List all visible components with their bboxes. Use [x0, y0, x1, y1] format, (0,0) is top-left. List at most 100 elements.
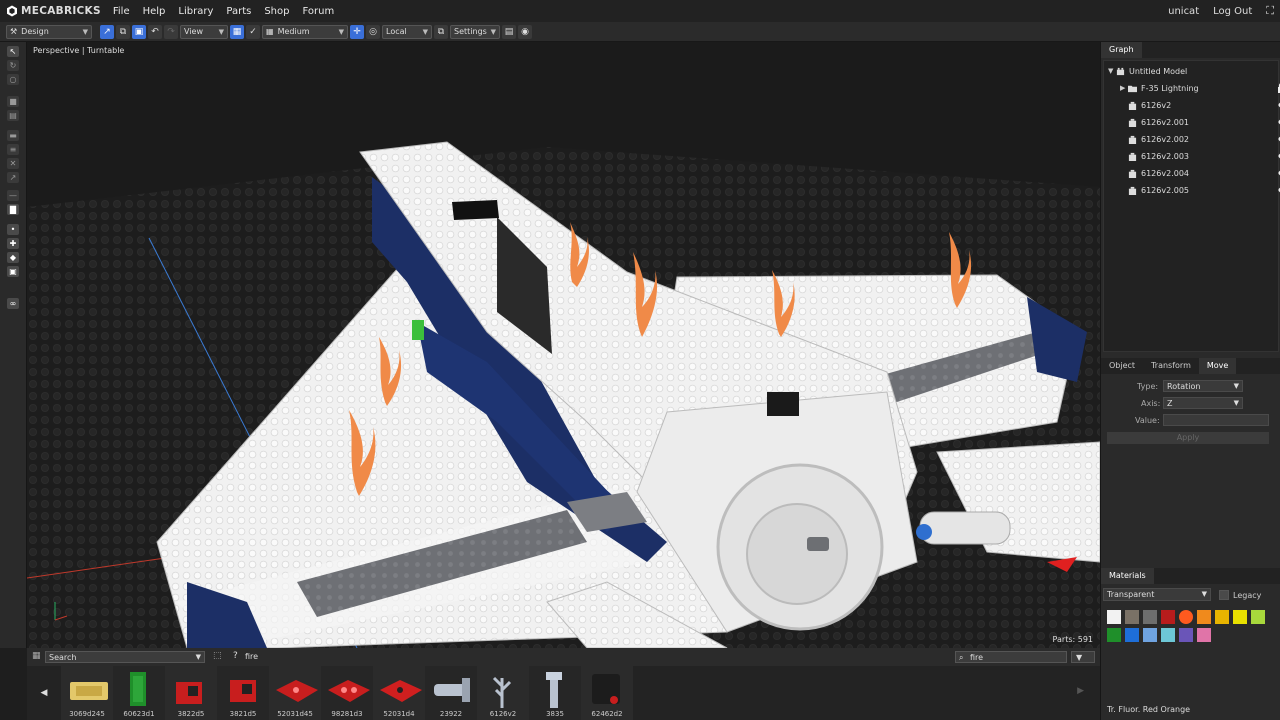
rotate-icon[interactable]: ↻: [7, 60, 19, 71]
menu-help[interactable]: Help: [143, 6, 166, 17]
tab-transform[interactable]: Transform: [1143, 358, 1199, 374]
graph-item-row[interactable]: 6126v2.001: [1128, 114, 1280, 130]
material-swatch[interactable]: [1143, 610, 1157, 624]
material-swatch[interactable]: [1143, 628, 1157, 642]
menu-parts[interactable]: Parts: [226, 6, 251, 17]
grid-snap-button[interactable]: ▦: [230, 24, 244, 39]
graph-item-row[interactable]: 6126v2.002: [1128, 131, 1280, 147]
material-swatch[interactable]: [1125, 610, 1139, 624]
graph-item-row[interactable]: 6126v2.004: [1128, 165, 1280, 181]
scroll-left-icon[interactable]: ◀: [27, 688, 61, 698]
tab-object[interactable]: Object: [1101, 358, 1144, 374]
caret-down-icon[interactable]: ▼: [1108, 67, 1116, 75]
layers-icon[interactable]: ▤: [7, 110, 19, 121]
menu-shop[interactable]: Shop: [264, 6, 289, 17]
apply-button[interactable]: Apply: [1107, 432, 1269, 444]
part-thumbnail[interactable]: 52031d4: [373, 666, 425, 720]
move-gizmo-button[interactable]: ✛: [350, 24, 364, 39]
axis-select[interactable]: Z ▼: [1163, 397, 1243, 409]
eraser-icon[interactable]: ◆: [7, 252, 19, 263]
material-swatch[interactable]: [1107, 610, 1121, 624]
graph-item-row[interactable]: 6126v2.005: [1128, 182, 1280, 198]
redo-icon[interactable]: ↷: [164, 24, 178, 39]
material-swatch[interactable]: [1215, 610, 1229, 624]
material-filter-select[interactable]: Transparent ▼: [1103, 588, 1211, 601]
part-thumbnail[interactable]: 3069d245: [61, 666, 113, 720]
parts-search-input[interactable]: ⌕ fire: [955, 651, 1067, 663]
username-link[interactable]: unicat: [1168, 6, 1199, 17]
fullscreen-icon[interactable]: ⛶: [1266, 4, 1274, 18]
material-swatch[interactable]: [1161, 610, 1175, 624]
part-thumbnail[interactable]: 3835: [529, 666, 581, 720]
flex-icon[interactable]: ↗: [7, 172, 19, 183]
stats-icon[interactable]: ▇: [7, 204, 19, 215]
tab-graph[interactable]: Graph: [1101, 42, 1142, 58]
app-logo[interactable]: MECABRICKS: [6, 5, 101, 17]
viewport-camera-label[interactable]: Perspective | Turntable: [33, 46, 124, 55]
measure-icon[interactable]: —: [7, 190, 19, 201]
graph-item-row[interactable]: 6126v2.003: [1128, 148, 1280, 164]
quality-select[interactable]: ▦ Medium ▼: [262, 24, 348, 39]
grid-view-icon[interactable]: ▦: [32, 651, 41, 661]
menu-library[interactable]: Library: [178, 6, 213, 17]
menu-file[interactable]: File: [113, 6, 130, 17]
settings-select[interactable]: Settings ▼: [450, 24, 500, 39]
menu-forum[interactable]: Forum: [302, 6, 334, 17]
graph-root-row[interactable]: ▼ Untitled Model: [1108, 63, 1280, 79]
filter-text[interactable]: fire: [245, 652, 258, 661]
part-thumbnail[interactable]: 23922: [425, 666, 477, 720]
vr-icon[interactable]: ∞: [7, 298, 19, 309]
paint-icon[interactable]: ■: [7, 96, 19, 107]
filter-button[interactable]: ▼: [1071, 651, 1095, 663]
space-select[interactable]: Local ▼: [382, 24, 432, 39]
material-swatch[interactable]: [1233, 610, 1247, 624]
view-select[interactable]: View ▼: [180, 24, 228, 39]
logout-link[interactable]: Log Out: [1213, 6, 1252, 17]
material-swatch[interactable]: [1125, 628, 1139, 642]
type-select[interactable]: Rotation ▼: [1163, 380, 1243, 392]
material-swatch[interactable]: [1179, 610, 1193, 624]
connect-icon[interactable]: ≡: [7, 144, 19, 155]
screen-icon[interactable]: ▣: [7, 266, 19, 277]
part-thumbnail[interactable]: 6126v2: [477, 666, 529, 720]
legacy-checkbox[interactable]: [1219, 590, 1229, 600]
part-thumbnail[interactable]: 3822d5: [165, 666, 217, 720]
copy-button[interactable]: ⧉: [116, 24, 130, 39]
material-swatch[interactable]: [1251, 610, 1265, 624]
caret-right-icon[interactable]: ▶: [1120, 84, 1128, 92]
material-swatch[interactable]: [1107, 628, 1121, 642]
material-swatch[interactable]: [1161, 628, 1175, 642]
pivot-icon[interactable]: ◎: [366, 24, 380, 39]
folder-icon[interactable]: ▬: [7, 130, 19, 141]
part-thumbnail[interactable]: 62462d2: [581, 666, 633, 720]
select-tool-button[interactable]: ↗: [100, 24, 114, 39]
orbit-icon[interactable]: ○: [7, 74, 19, 85]
tab-move[interactable]: Move: [1198, 358, 1237, 374]
part-thumbnail[interactable]: 52031d45: [269, 666, 321, 720]
light-icon[interactable]: •: [7, 224, 19, 235]
material-swatch[interactable]: [1197, 628, 1211, 642]
cursor-icon[interactable]: ↖: [7, 46, 19, 57]
scroll-right-icon[interactable]: ▶: [1077, 686, 1084, 696]
part-thumbnail[interactable]: 3821d5: [217, 666, 269, 720]
mode-select[interactable]: ⚒ Design ▼: [6, 24, 92, 39]
undo-icon[interactable]: ↶: [148, 24, 162, 39]
graph-group-row[interactable]: ▶ F-35 Lightning: [1120, 80, 1280, 96]
camera-icon[interactable]: ◉: [518, 24, 532, 39]
save-icon[interactable]: ▤: [502, 24, 516, 39]
graph-item-row[interactable]: 6126v2: [1128, 97, 1280, 113]
tab-materials[interactable]: Materials: [1101, 568, 1154, 584]
check-icon[interactable]: ✓: [246, 24, 260, 39]
material-swatch[interactable]: [1179, 628, 1193, 642]
part-thumbnail[interactable]: 98281d3: [321, 666, 373, 720]
window-icon[interactable]: ⧉: [434, 24, 448, 39]
part-thumbnail[interactable]: 60623d1: [113, 666, 165, 720]
material-swatch[interactable]: [1197, 610, 1211, 624]
help-icon[interactable]: ?: [233, 651, 238, 661]
clone-button[interactable]: ▣: [132, 24, 146, 39]
align-icon[interactable]: ✕: [7, 158, 19, 169]
filter-tool-icon[interactable]: ⬚: [213, 651, 222, 661]
value-input[interactable]: [1163, 414, 1269, 426]
category-select[interactable]: Search ▼: [45, 651, 205, 663]
axes-icon[interactable]: ✚: [7, 238, 19, 249]
